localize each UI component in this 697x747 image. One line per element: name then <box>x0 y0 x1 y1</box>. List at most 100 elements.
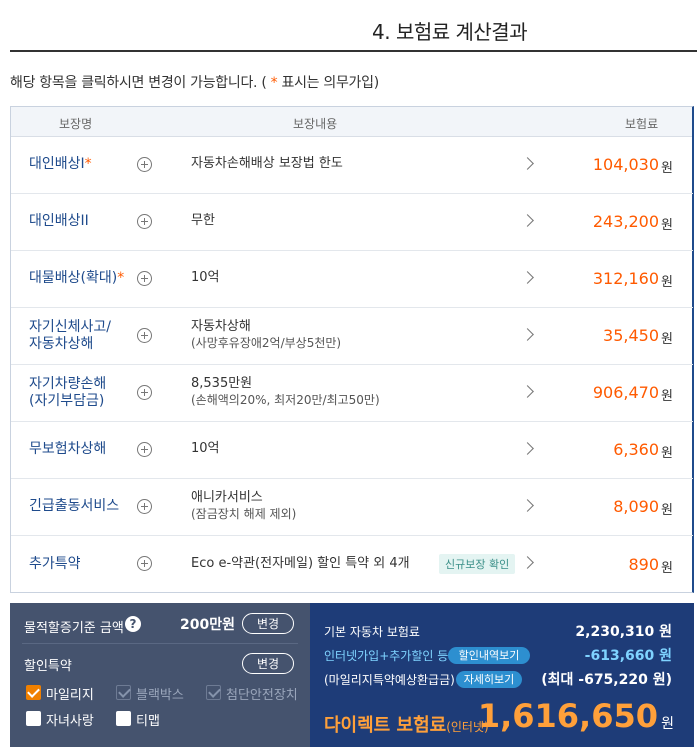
table-row[interactable]: 무보험차상해 10억 6,360 원 <box>11 422 693 479</box>
property-change-button[interactable]: 변경 <box>242 613 294 634</box>
coverage-name-line: 자기신체사고/ <box>29 319 111 335</box>
coverage-name[interactable]: 긴급출동서비스 <box>29 498 119 515</box>
table-row[interactable]: 추가특약 Eco e-약관(전자메일) 할인 특약 외 4개 신규보장 확인 8… <box>11 536 693 593</box>
expand-plus-icon[interactable] <box>137 499 152 514</box>
expand-plus-icon[interactable] <box>137 328 152 343</box>
discount-value: -613,660 원 <box>584 648 672 664</box>
coverage-name-line: 추가특약 <box>29 556 81 572</box>
tmap-checkbox[interactable] <box>116 711 131 726</box>
coverage-content: 자동차상해 (사망후유장애2억/부상5천만) <box>191 319 341 351</box>
child-love-label[interactable]: 자녀사랑 <box>46 710 94 729</box>
expand-plus-icon[interactable] <box>137 271 152 286</box>
currency-unit: 원 <box>661 161 673 176</box>
coverage-name-line: 대인배상II <box>29 213 89 229</box>
required-mark: * <box>84 156 92 172</box>
base-premium-value: 2,230,310 원 <box>575 624 672 640</box>
coverage-name[interactable]: 자기신체사고/자동차상해 <box>29 319 111 353</box>
coverage-name[interactable]: 추가특약 <box>29 556 81 573</box>
premium-amount: 312,160 <box>592 269 659 288</box>
currency-unit: 원 <box>661 332 673 347</box>
currency-unit: 원 <box>661 218 673 233</box>
tmap-label[interactable]: 티맵 <box>136 710 160 729</box>
coverage-content-main: 애니카서비스 <box>191 490 263 505</box>
coverage-content-detail: (잠금장치 해제 제외) <box>191 507 297 521</box>
discount-change-button[interactable]: 변경 <box>242 653 294 674</box>
direct-premium-value: 1,616,650 <box>477 697 658 735</box>
property-surcharge-label: 물적할증기준 금액 <box>24 621 124 636</box>
header-coverage-content: 보장내용 <box>293 117 338 131</box>
blackbox-label: 블랙박스 <box>136 688 184 703</box>
direct-premium-label: 다이렉트 보험료(인터넷) <box>324 711 489 737</box>
table-row[interactable]: 대인배상II 무한 243,200 원 <box>11 194 693 251</box>
coverage-name-line: 대인배상I <box>29 156 85 172</box>
instruction-text: 해당 항목을 클릭하시면 변경이 가능합니다. ( * 표시는 의무가입) <box>10 72 379 92</box>
help-icon[interactable]: ? <box>125 616 141 632</box>
safety-device-checkbox <box>206 685 221 700</box>
coverage-name-line: 자기차량손해 <box>29 376 107 392</box>
coverage-content-detail: (사망후유장애2억/부상5천만) <box>191 336 342 350</box>
chevron-right-icon[interactable] <box>521 442 534 455</box>
coverage-name[interactable]: 무보험차상해 <box>29 441 106 458</box>
chevron-right-icon[interactable] <box>521 271 534 284</box>
coverage-content: 10억 <box>191 441 220 456</box>
table-row[interactable]: 긴급출동서비스 애니카서비스 (잠금장치 해제 제외) 8,090 원 <box>11 479 693 536</box>
coverage-content: 8,535만원 (손해액의20%, 최저20만/최고50만) <box>191 376 380 408</box>
mileage-checkbox[interactable] <box>26 685 41 700</box>
expand-plus-icon[interactable] <box>137 157 152 172</box>
currency-unit: 원 <box>661 446 673 461</box>
premium-amount: 6,360 <box>613 440 659 459</box>
mileage-label[interactable]: 마일리지 <box>46 684 94 703</box>
blackbox-checkbox <box>116 685 131 700</box>
coverage-content: 10억 <box>191 270 220 285</box>
coverage-content: Eco e-약관(전자메일) 할인 특약 외 4개 <box>191 556 410 571</box>
currency-unit: 원 <box>661 389 673 404</box>
discount-rider-label: 할인특약 <box>24 659 72 674</box>
chevron-right-icon[interactable] <box>521 214 534 227</box>
table-header: 보장명 보장내용 보험료 <box>11 107 692 137</box>
base-premium-label: 기본 자동차 보험료 <box>324 625 420 639</box>
currency-unit: 원 <box>661 503 673 518</box>
expand-plus-icon[interactable] <box>137 442 152 457</box>
coverage-name[interactable]: 대인배상II <box>29 213 89 230</box>
coverage-content: 자동차손해배상 보장법 한도 <box>191 156 343 171</box>
coverage-table: 보장명 보장내용 보험료 대인배상I* 자동차손해배상 보장법 한도 104,0… <box>10 106 694 593</box>
chevron-right-icon[interactable] <box>521 385 534 398</box>
new-coverage-badge[interactable]: 신규보장 확인 <box>439 554 516 574</box>
coverage-content: 애니카서비스 (잠금장치 해제 제외) <box>191 490 296 522</box>
header-coverage-name: 보장명 <box>59 117 93 131</box>
expand-plus-icon[interactable] <box>137 385 152 400</box>
chevron-right-icon[interactable] <box>521 328 534 341</box>
coverage-content-main: 자동차상해 <box>191 319 251 334</box>
coverage-name[interactable]: 자기차량손해 (자기부담금) <box>29 376 106 410</box>
chevron-right-icon[interactable] <box>521 499 534 512</box>
coverage-name-line: (자기부담금) <box>29 393 105 409</box>
chevron-right-icon[interactable] <box>521 157 534 170</box>
internet-discount-label: 인터넷가입+추가할인 등 <box>324 649 449 663</box>
coverage-name-line: 무보험차상해 <box>29 441 107 457</box>
mileage-details-button[interactable]: 자세히보기 <box>456 671 522 688</box>
mileage-refund-value: (최대 -675,220 원) <box>541 672 672 688</box>
table-row[interactable]: 자기신체사고/자동차상해 자동차상해 (사망후유장애2억/부상5천만) 35,45… <box>11 308 693 365</box>
coverage-name[interactable]: 대인배상I* <box>29 156 92 173</box>
safety-device-label: 첨단안전장치 <box>226 688 298 703</box>
table-row[interactable]: 대물배상(확대)* 10억 312,160 원 <box>11 251 693 308</box>
coverage-content-detail: (손해액의20%, 최저20만/최고50만) <box>191 393 380 407</box>
expand-plus-icon[interactable] <box>137 556 152 571</box>
discount-details-button[interactable]: 할인내역보기 <box>448 647 530 664</box>
coverage-name-line: 자동차상해 <box>29 336 94 352</box>
expand-plus-icon[interactable] <box>137 214 152 229</box>
premium-amount: 890 <box>628 555 659 574</box>
chevron-right-icon[interactable] <box>521 556 534 569</box>
child-love-checkbox[interactable] <box>26 711 41 726</box>
coverage-name[interactable]: 대물배상(확대)* <box>29 270 124 287</box>
direct-premium-currency: 원 <box>661 716 674 732</box>
page-title: 4. 보험료 계산결과 <box>372 20 528 44</box>
table-row[interactable]: 자기차량손해 (자기부담금) 8,535만원 (손해액의20%, 최저20만/최고5… <box>11 365 693 422</box>
table-row[interactable]: 대인배상I* 자동차손해배상 보장법 한도 104,030 원 <box>11 137 693 194</box>
instruction-text-start: 해당 항목을 클릭하시면 변경이 가능합니다. ( <box>10 75 271 91</box>
panel-divider <box>22 643 298 644</box>
title-divider <box>10 50 697 52</box>
instruction-text-end: 표시는 의무가입) <box>277 75 380 91</box>
premium-amount: 35,450 <box>603 326 659 345</box>
premium-summary-panel: 기본 자동차 보험료 2,230,310 원 인터넷가입+추가할인 등 할인내역… <box>310 603 694 747</box>
